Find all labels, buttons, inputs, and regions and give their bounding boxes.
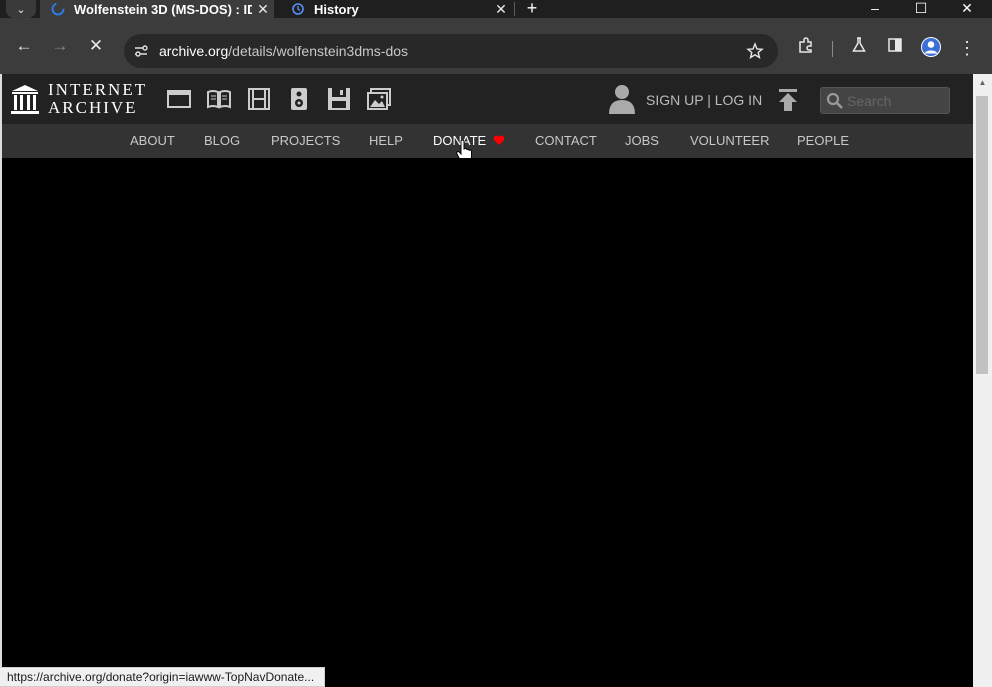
- tab-divider: [514, 2, 515, 16]
- scrollbar-thumb[interactable]: [976, 96, 988, 374]
- sign-up-login-link[interactable]: SIGN UP | LOG IN: [646, 74, 762, 124]
- profile-avatar-icon[interactable]: [919, 36, 943, 60]
- vertical-scrollbar[interactable]: ▲: [973, 74, 992, 687]
- nav-projects[interactable]: PROJECTS: [271, 124, 340, 158]
- tab-title: History: [314, 1, 359, 17]
- address-bar[interactable]: archive.org/details/wolfenstein3dms-dos: [124, 34, 778, 68]
- ia-secondary-nav: ABOUT BLOG PROJECTS HELP DONATE CONTACT …: [2, 124, 973, 163]
- ia-logo-icon[interactable]: [10, 84, 40, 116]
- video-icon[interactable]: [246, 88, 272, 112]
- tab-title: Wolfenstein 3D (MS-DOS) : ID: [74, 1, 252, 17]
- scroll-up-icon[interactable]: ▲: [977, 78, 988, 88]
- side-panel-icon[interactable]: [883, 36, 907, 60]
- close-window-button[interactable]: ✕: [944, 0, 990, 18]
- tab-wolfenstein[interactable]: Wolfenstein 3D (MS-DOS) : ID ✕: [40, 0, 274, 18]
- logo-line1: INTERNET: [48, 80, 148, 99]
- extensions-icon[interactable]: [794, 36, 818, 60]
- url-text[interactable]: archive.org/details/wolfenstein3dms-dos: [159, 34, 408, 68]
- stop-loading-button[interactable]: ✕: [82, 32, 110, 60]
- nav-blog[interactable]: BLOG: [204, 124, 240, 158]
- user-icon[interactable]: [608, 83, 636, 115]
- more-menu-icon[interactable]: ⋮: [955, 36, 979, 60]
- tab-history[interactable]: History ✕: [280, 0, 512, 18]
- maximize-button[interactable]: ☐: [898, 0, 944, 18]
- minimize-button[interactable]: –: [852, 0, 898, 18]
- new-tab-button[interactable]: +: [520, 0, 544, 18]
- audio-icon[interactable]: [286, 88, 312, 112]
- software-icon[interactable]: [326, 88, 352, 112]
- search-input[interactable]: [847, 91, 945, 111]
- nav-about[interactable]: ABOUT: [130, 124, 175, 158]
- browser-toolbar: ← → ✕ archive.org/details/wolfenstein3dm…: [0, 18, 992, 74]
- nav-volunteer[interactable]: VOLUNTEER: [690, 124, 769, 158]
- ia-logo-text[interactable]: INTERNET ARCHIVE: [48, 81, 147, 117]
- ia-top-header: INTERNET ARCHIVE SIGN UP | LOG IN: [2, 74, 973, 124]
- history-icon: [290, 1, 306, 17]
- loading-spinner-icon: [50, 1, 66, 17]
- toolbar-divider: [832, 41, 833, 57]
- nav-help[interactable]: HELP: [369, 124, 403, 158]
- close-tab-icon[interactable]: ✕: [490, 1, 512, 18]
- status-url-bubble: https://archive.org/donate?origin=iawww-…: [0, 667, 326, 687]
- forward-button[interactable]: →: [46, 32, 74, 60]
- chevron-down-icon: ⌄: [16, 3, 26, 16]
- url-path: /details/wolfenstein3dms-dos: [228, 43, 409, 59]
- back-button[interactable]: ←: [10, 32, 38, 60]
- nav-people[interactable]: PEOPLE: [797, 124, 849, 158]
- texts-icon[interactable]: [206, 88, 232, 112]
- search-icon[interactable]: [826, 92, 844, 110]
- images-icon[interactable]: [366, 88, 392, 112]
- url-host: archive.org: [159, 43, 229, 59]
- upload-icon[interactable]: [777, 87, 799, 113]
- window-edge: [0, 74, 2, 687]
- nav-contact[interactable]: CONTACT: [535, 124, 597, 158]
- close-tab-icon[interactable]: ✕: [252, 1, 274, 18]
- site-info-icon[interactable]: [133, 43, 149, 59]
- web-icon[interactable]: [166, 88, 192, 112]
- search-box[interactable]: [820, 87, 950, 114]
- page-content-area: [2, 158, 973, 670]
- bookmark-star-icon[interactable]: [746, 42, 764, 60]
- tab-search-button[interactable]: ⌄: [6, 0, 36, 18]
- logo-line2: ARCHIVE: [48, 98, 138, 117]
- labs-flask-icon[interactable]: [847, 36, 871, 60]
- heart-icon: [493, 135, 505, 145]
- nav-jobs[interactable]: JOBS: [625, 124, 659, 158]
- tab-strip: ⌄ Wolfenstein 3D (MS-DOS) : ID ✕ History…: [0, 0, 992, 18]
